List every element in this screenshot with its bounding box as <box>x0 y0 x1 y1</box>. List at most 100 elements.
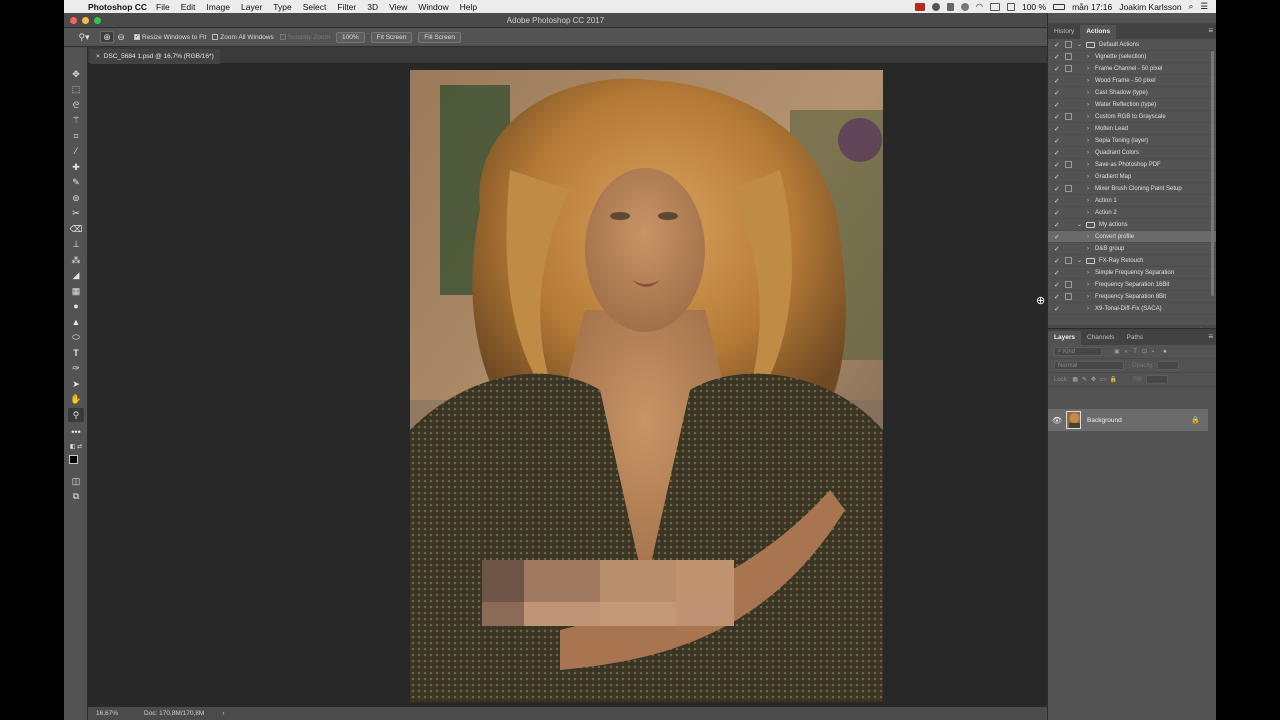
menu-view[interactable]: View <box>389 2 407 12</box>
expand-chevron-icon[interactable]: › <box>1087 162 1089 168</box>
menu-layer[interactable]: Layer <box>241 2 262 12</box>
fill-field[interactable] <box>1145 375 1168 384</box>
action-row[interactable]: ✓ ⌄ Default Actions <box>1048 39 1216 51</box>
healing-brush-tool-icon[interactable]: ✚ <box>68 160 84 174</box>
action-toggle-check-icon[interactable]: ✓ <box>1054 113 1060 121</box>
recording-icon[interactable] <box>914 2 925 11</box>
layers-panel-menu-icon[interactable]: ≡ <box>1208 332 1213 341</box>
action-row[interactable]: ✓ › Mixer Brush Cloning Paint Setup <box>1048 183 1216 195</box>
layer-kind-filter[interactable]: ⌕ Kind <box>1054 347 1102 356</box>
action-row[interactable]: ✓ ⌄ FX-Ray Retouch <box>1048 255 1216 267</box>
menu-image[interactable]: Image <box>206 2 230 12</box>
actions-panel-menu-icon[interactable]: ≡ <box>1208 26 1213 35</box>
action-row[interactable]: ✓ › Vignette (selection) <box>1048 51 1216 63</box>
expand-chevron-icon[interactable]: › <box>1087 282 1089 288</box>
dropbox-icon[interactable] <box>931 2 940 11</box>
tab-channels[interactable]: Channels <box>1081 331 1120 345</box>
action-row[interactable]: ✓ › Frequency Separation 8Bit <box>1048 291 1216 303</box>
action-toggle-check-icon[interactable]: ✓ <box>1054 125 1060 133</box>
menu-3d[interactable]: 3D <box>367 2 378 12</box>
expand-chevron-icon[interactable]: ⌄ <box>1077 257 1082 264</box>
menu-clock[interactable]: mån 17:16 <box>1072 2 1112 12</box>
action-toggle-check-icon[interactable]: ✓ <box>1054 245 1060 253</box>
action-toggle-check-icon[interactable]: ✓ <box>1054 41 1060 49</box>
expand-chevron-icon[interactable]: › <box>1087 126 1089 132</box>
expand-chevron-icon[interactable]: › <box>1087 234 1089 240</box>
portrait-photo[interactable] <box>410 70 883 702</box>
fit-screen-button[interactable]: Fit Screen <box>370 31 413 43</box>
shield-icon[interactable] <box>946 2 954 11</box>
dialog-toggle-icon[interactable] <box>1065 41 1072 48</box>
expand-chevron-icon[interactable]: › <box>1087 174 1089 180</box>
timemachine-icon[interactable] <box>960 2 969 11</box>
expand-chevron-icon[interactable]: › <box>1087 66 1089 72</box>
zoom-out-icon[interactable]: ⊖ <box>114 31 128 43</box>
zoom-100-button[interactable]: 100% <box>336 31 365 43</box>
screen-mode-icon[interactable]: ⧉ <box>68 489 84 503</box>
action-row[interactable]: ✓ › Save as Photoshop PDF <box>1048 159 1216 171</box>
lock-icons[interactable]: ▦✎✥▭🔒 <box>1072 376 1121 383</box>
action-row[interactable]: ✓ › Water Reflection (type) <box>1048 99 1216 111</box>
zoom-all-windows-checkbox[interactable]: Zoom All Windows <box>212 34 274 41</box>
status-menu-arrow[interactable]: › <box>222 710 224 717</box>
action-row[interactable]: ✓ › Molten Lead <box>1048 123 1216 135</box>
action-toggle-check-icon[interactable]: ✓ <box>1054 221 1060 229</box>
notification-center-icon[interactable]: ☰ <box>1200 1 1208 12</box>
expand-chevron-icon[interactable]: ⌄ <box>1077 41 1082 48</box>
document-canvas[interactable]: ⊕ <box>88 64 1047 706</box>
layer-background[interactable]: 👁 Background 🔒 <box>1048 409 1208 431</box>
action-row[interactable]: ✓ › Gradient Map <box>1048 171 1216 183</box>
expand-chevron-icon[interactable]: › <box>1087 114 1089 120</box>
action-toggle-check-icon[interactable]: ✓ <box>1054 53 1060 61</box>
tab-layers[interactable]: Layers <box>1048 331 1081 345</box>
expand-chevron-icon[interactable]: › <box>1087 138 1089 144</box>
action-toggle-check-icon[interactable]: ✓ <box>1054 305 1060 313</box>
blur-tool-icon[interactable]: ● <box>68 299 84 313</box>
dialog-toggle-icon[interactable] <box>1065 281 1072 288</box>
action-row[interactable]: ✓ › Quadrant Colors <box>1048 147 1216 159</box>
move-tool-icon[interactable]: ✥ <box>68 67 84 81</box>
document-tab[interactable]: × DSC_5684 1.psd @ 16,7% (RGB/16*) <box>90 49 220 64</box>
direct-selection-tool-icon[interactable]: ➤ <box>68 377 84 391</box>
opacity-field[interactable] <box>1157 361 1180 370</box>
wifi-icon[interactable]: ◠ <box>976 2 983 11</box>
close-tab-icon[interactable]: × <box>96 53 100 60</box>
action-toggle-check-icon[interactable]: ✓ <box>1054 173 1060 181</box>
action-toggle-check-icon[interactable]: ✓ <box>1054 101 1060 109</box>
expand-chevron-icon[interactable]: › <box>1087 90 1089 96</box>
gradient-tool-icon[interactable]: ▦ <box>68 284 84 298</box>
marquee-tool-icon[interactable]: ⬚ <box>68 82 84 96</box>
menu-select[interactable]: Select <box>303 2 327 12</box>
expand-chevron-icon[interactable]: › <box>1087 270 1089 276</box>
menu-edit[interactable]: Edit <box>181 2 196 12</box>
action-row[interactable]: ✓ › Frame Channel - 50 pixel <box>1048 63 1216 75</box>
action-toggle-check-icon[interactable]: ✓ <box>1054 77 1060 85</box>
expand-chevron-icon[interactable]: › <box>1087 198 1089 204</box>
display-icon[interactable] <box>989 2 1000 11</box>
tab-paths[interactable]: Paths <box>1120 331 1149 345</box>
expand-chevron-icon[interactable]: › <box>1087 102 1089 108</box>
expand-chevron-icon[interactable]: › <box>1087 150 1089 156</box>
actions-scrollbar[interactable] <box>1211 51 1214 296</box>
app-menu[interactable]: Photoshop CC <box>88 2 147 12</box>
action-toggle-check-icon[interactable]: ✓ <box>1054 233 1060 241</box>
tab-actions[interactable]: Actions <box>1080 25 1117 39</box>
action-row[interactable]: ✓ › Cast Shadow (type) <box>1048 87 1216 99</box>
layer-filter-icons[interactable]: ▣◐T⊡▪ <box>1114 348 1159 355</box>
eye-icon[interactable]: 👁 <box>1048 416 1066 425</box>
action-row[interactable]: ✓ › Custom RGB to Grayscale <box>1048 111 1216 123</box>
action-toggle-check-icon[interactable]: ✓ <box>1054 269 1060 277</box>
lasso-tool-icon[interactable]: ᘓ <box>68 98 84 112</box>
magic-wand-tool-icon[interactable]: ⚚ <box>68 113 84 127</box>
zoom-tool-preset-icon[interactable]: ⚲▾ <box>74 31 94 43</box>
hand-tool-icon[interactable]: ✋ <box>68 392 84 406</box>
battery-icon[interactable] <box>1053 3 1066 10</box>
history-brush-tool-icon[interactable]: ✂ <box>68 206 84 220</box>
eraser-alt-tool-icon[interactable]: ◢ <box>68 268 84 282</box>
action-row[interactable]: ✓ › Frequency Separation 16Bit <box>1048 279 1216 291</box>
dialog-toggle-icon[interactable] <box>1065 113 1072 120</box>
action-toggle-check-icon[interactable]: ✓ <box>1054 281 1060 289</box>
default-colors-icon[interactable]: ◧ ⇄ <box>68 440 84 454</box>
menu-help[interactable]: Help <box>460 2 477 12</box>
action-row[interactable]: ✓ › Sepia Toning (layer) <box>1048 135 1216 147</box>
